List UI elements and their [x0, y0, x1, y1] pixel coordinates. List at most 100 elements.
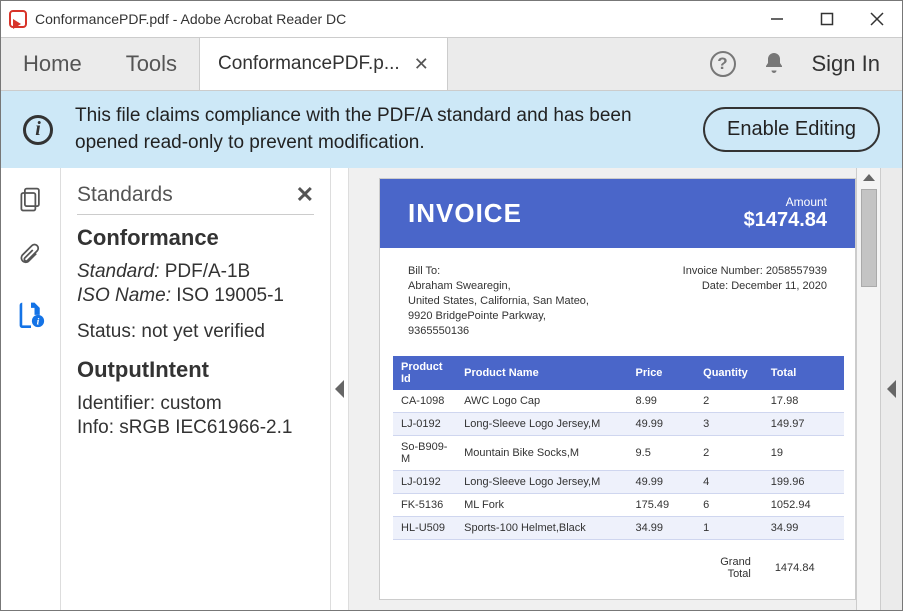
table-cell: 3 [695, 413, 763, 436]
amount-label: Amount [744, 195, 827, 209]
identifier-row: Identifier: custom [77, 393, 314, 415]
standards-icon[interactable]: i [17, 300, 45, 331]
svg-text:i: i [36, 317, 39, 328]
invoice-table: Product Id Product Name Price Quantity T… [393, 356, 844, 540]
table-cell: 49.99 [628, 471, 696, 494]
outputintent-heading: OutputIntent [77, 357, 314, 383]
table-cell: 2 [695, 390, 763, 413]
table-cell: Long-Sleeve Logo Jersey,M [456, 413, 627, 436]
table-cell: FK-5136 [393, 494, 456, 517]
info-icon: i [23, 115, 53, 145]
divider [77, 214, 314, 215]
chevron-left-icon [887, 380, 896, 398]
document-view: INVOICE Amount $1474.84 Bill To: Abraham… [349, 168, 880, 610]
grand-total-value: 1474.84 [763, 548, 844, 588]
table-row: CA-1098AWC Logo Cap8.99217.98 [393, 390, 844, 413]
panel-title: Standards [77, 183, 173, 207]
table-cell: 199.96 [763, 471, 844, 494]
col-quantity: Quantity [695, 356, 763, 390]
invoice-date: Date: December 11, 2020 [683, 280, 827, 292]
table-cell: 34.99 [628, 517, 696, 540]
table-cell: 49.99 [628, 413, 696, 436]
table-cell: LJ-0192 [393, 413, 456, 436]
col-product-name: Product Name [456, 356, 627, 390]
table-cell: 175.49 [628, 494, 696, 517]
attachments-icon[interactable] [17, 243, 45, 274]
status-text: Status: not yet verified [77, 321, 314, 343]
panel-collapse-handle[interactable] [331, 168, 349, 610]
table-row: LJ-0192Long-Sleeve Logo Jersey,M49.99314… [393, 413, 844, 436]
bill-addr2: 9920 BridgePointe Parkway, [408, 310, 589, 322]
enable-editing-button[interactable]: Enable Editing [703, 107, 880, 152]
invoice-meta: Bill To: Abraham Swearegin, United State… [380, 248, 855, 348]
table-cell: Long-Sleeve Logo Jersey,M [456, 471, 627, 494]
invoice-number: Invoice Number: 2058557939 [683, 265, 827, 277]
table-row: FK-5136ML Fork175.4961052.94 [393, 494, 844, 517]
info-row: Info: sRGB IEC61966-2.1 [77, 417, 314, 439]
invoice-header: INVOICE Amount $1474.84 [380, 179, 855, 248]
window-controls [752, 1, 902, 37]
vertical-scrollbar[interactable] [856, 168, 880, 610]
app-window: ConformancePDF.pdf - Adobe Acrobat Reade… [0, 0, 903, 611]
table-cell: 17.98 [763, 390, 844, 413]
table-cell: So-B909-M [393, 436, 456, 471]
minimize-button[interactable] [752, 1, 802, 37]
close-button[interactable] [852, 1, 902, 37]
content-area: i Standards ✕ Conformance Standard: PDF/… [1, 168, 902, 610]
notifications-icon[interactable] [762, 51, 786, 78]
table-cell: CA-1098 [393, 390, 456, 413]
table-cell: Sports-100 Helmet,Black [456, 517, 627, 540]
table-cell: Mountain Bike Socks,M [456, 436, 627, 471]
table-cell: 149.97 [763, 413, 844, 436]
col-total: Total [763, 356, 844, 390]
table-cell: 34.99 [763, 517, 844, 540]
table-cell: 8.99 [628, 390, 696, 413]
conformance-heading: Conformance [77, 225, 314, 251]
pdfa-message: This file claims compliance with the PDF… [75, 103, 635, 156]
tab-close-icon[interactable]: ✕ [414, 54, 429, 75]
bill-addr1: United States, California, San Mateo, [408, 295, 589, 307]
sign-in-link[interactable]: Sign In [812, 51, 881, 77]
scroll-up-icon[interactable] [863, 174, 875, 181]
panel-close-icon[interactable]: ✕ [296, 182, 314, 208]
standard-row: Standard: PDF/A-1B [77, 261, 314, 283]
bill-phone: 9365550136 [408, 325, 589, 337]
table-cell: 6 [695, 494, 763, 517]
table-cell: ML Fork [456, 494, 627, 517]
table-row: HL-U509Sports-100 Helmet,Black34.99134.9… [393, 517, 844, 540]
col-product-id: Product Id [393, 356, 456, 390]
table-cell: AWC Logo Cap [456, 390, 627, 413]
iso-row: ISO Name: ISO 19005-1 [77, 285, 314, 307]
col-price: Price [628, 356, 696, 390]
acrobat-icon [9, 10, 27, 28]
panel-header: Standards ✕ [77, 182, 314, 208]
invoice-title: INVOICE [408, 198, 522, 229]
document-tab-label: ConformancePDF.p... [218, 53, 400, 75]
nav-home[interactable]: Home [1, 38, 104, 90]
bill-to-label: Bill To: [408, 265, 589, 277]
table-cell: 19 [763, 436, 844, 471]
scroll-thumb[interactable] [861, 189, 877, 287]
table-cell: 4 [695, 471, 763, 494]
standards-panel: Standards ✕ Conformance Standard: PDF/A-… [61, 168, 331, 610]
table-cell: 2 [695, 436, 763, 471]
table-cell: 1052.94 [763, 494, 844, 517]
table-row: So-B909-MMountain Bike Socks,M9.5219 [393, 436, 844, 471]
table-cell: 9.5 [628, 436, 696, 471]
pdf-page[interactable]: INVOICE Amount $1474.84 Bill To: Abraham… [379, 178, 856, 600]
app-toolbar: Home Tools ConformancePDF.p... ✕ ? Sign … [1, 37, 902, 91]
help-icon[interactable]: ? [710, 51, 736, 77]
window-title: ConformancePDF.pdf - Adobe Acrobat Reade… [35, 11, 346, 27]
maximize-button[interactable] [802, 1, 852, 37]
thumbnails-icon[interactable] [17, 186, 45, 217]
titlebar: ConformancePDF.pdf - Adobe Acrobat Reade… [1, 1, 902, 37]
tools-pane-handle[interactable] [880, 168, 902, 610]
table-cell: LJ-0192 [393, 471, 456, 494]
chevron-left-icon [335, 380, 344, 398]
table-cell: HL-U509 [393, 517, 456, 540]
bill-name: Abraham Swearegin, [408, 280, 589, 292]
grand-total-label: Grand Total [695, 548, 763, 588]
left-icon-rail: i [1, 168, 61, 610]
document-tab[interactable]: ConformancePDF.p... ✕ [199, 38, 448, 90]
nav-tools[interactable]: Tools [104, 38, 199, 90]
